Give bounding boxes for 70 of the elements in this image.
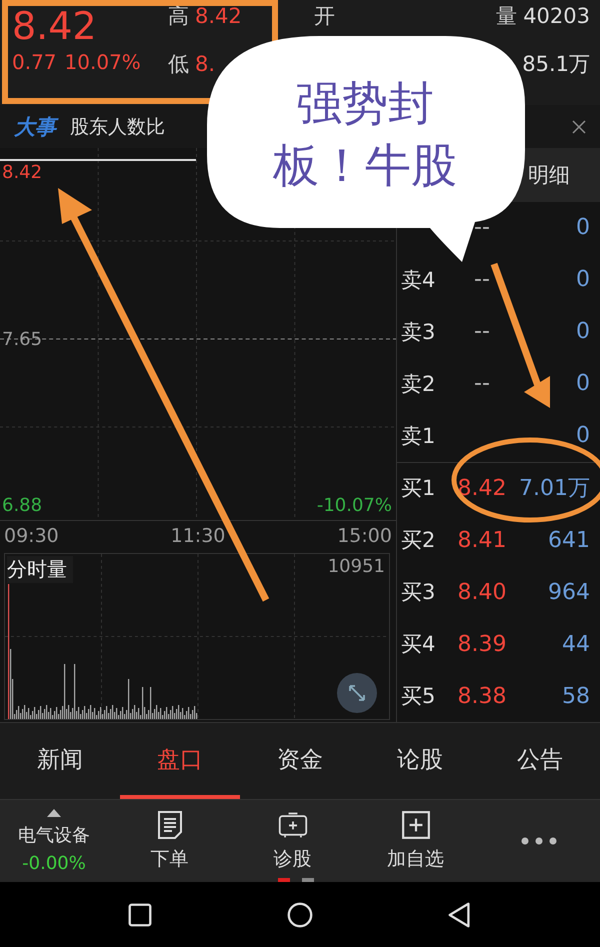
news-headline[interactable]: 股东人数比 [70, 114, 165, 140]
section-tab[interactable]: 资金 [240, 723, 360, 799]
level-price: -- [473, 371, 491, 396]
section-tab[interactable]: 公告 [480, 723, 600, 799]
stat-value: 85.1万 [522, 51, 590, 78]
level-volume: 44 [561, 632, 590, 657]
section-tab[interactable]: 论股 [360, 723, 480, 799]
axis-label: 7.65 [2, 328, 42, 350]
callout-text: 板！牛股 [273, 138, 457, 192]
action-button[interactable]: 下单 [108, 809, 231, 873]
stat-label: 高 [168, 3, 189, 30]
expand-icon [347, 683, 367, 703]
more-icon [520, 837, 556, 845]
stat-value: 40203 [523, 4, 590, 28]
level-label: 买3 [401, 579, 436, 606]
time-label: 15:00 [337, 525, 392, 547]
level-volume: 0 [575, 371, 590, 396]
axis-label: -10.07% [316, 495, 392, 516]
level-price: -- [473, 267, 491, 292]
level-volume: 0 [575, 215, 590, 240]
volume-max: 10951 [328, 556, 385, 579]
last-price: 8.42 [12, 4, 98, 48]
add-icon [400, 810, 430, 840]
stat-label: 低 [168, 51, 189, 78]
level-label: 买1 [401, 475, 436, 502]
price-change: 0.77 [12, 50, 57, 74]
level-label: 卖1 [401, 422, 436, 450]
axis-label: 8.42 [2, 162, 42, 183]
section-tab[interactable]: 新闻 [0, 723, 120, 799]
level-volume: 0 [575, 267, 590, 292]
level-price: 8.39 [456, 632, 508, 657]
level-label: 买4 [401, 631, 436, 658]
level-label: 买2 [401, 527, 436, 554]
detail-tab[interactable]: 明细 [528, 161, 570, 189]
callout-text: 强势封 [296, 76, 434, 130]
stat-label: 量 [496, 3, 518, 30]
action-button[interactable]: 加自选 [354, 809, 477, 873]
level-label: 卖3 [401, 318, 436, 346]
level-volume: 58 [561, 684, 590, 709]
level-price: 8.40 [456, 580, 508, 605]
level-volume: 7.01万 [518, 475, 590, 504]
level-volume: 0 [575, 319, 590, 344]
percent-change: 10.07% [64, 50, 141, 74]
stat-value: 8.42 [195, 4, 242, 28]
level-label: 买5 [401, 683, 436, 710]
sector-name[interactable]: 电气设备 [18, 822, 90, 846]
level-price: 8.42 [456, 476, 508, 501]
level-price: -- [473, 215, 491, 240]
time-label: 09:30 [4, 525, 59, 547]
axis-label: 6.88 [2, 495, 42, 516]
level-label: 卖4 [401, 266, 436, 294]
stat-value: 8. [195, 52, 216, 76]
level-volume: 641 [547, 528, 590, 553]
level-volume: 0 [575, 423, 590, 448]
recents-icon[interactable] [126, 900, 154, 928]
up-triangle-icon [47, 808, 61, 816]
level-price: -- [473, 319, 491, 344]
time-label: 11:30 [170, 525, 226, 547]
volume-title: 分时量 [7, 556, 73, 583]
close-icon[interactable] [572, 120, 586, 134]
stat-label: 开 [314, 3, 335, 30]
medical-kit-icon [278, 810, 308, 840]
action-button[interactable]: 诊股 [231, 809, 354, 873]
home-icon[interactable] [286, 900, 314, 928]
level-volume: 964 [547, 580, 590, 605]
level-label: 卖2 [401, 370, 436, 398]
expand-button[interactable] [337, 673, 377, 713]
level-price: 8.41 [456, 528, 508, 553]
sector-change: -0.00% [22, 852, 86, 874]
level-price: 8.38 [456, 684, 508, 709]
